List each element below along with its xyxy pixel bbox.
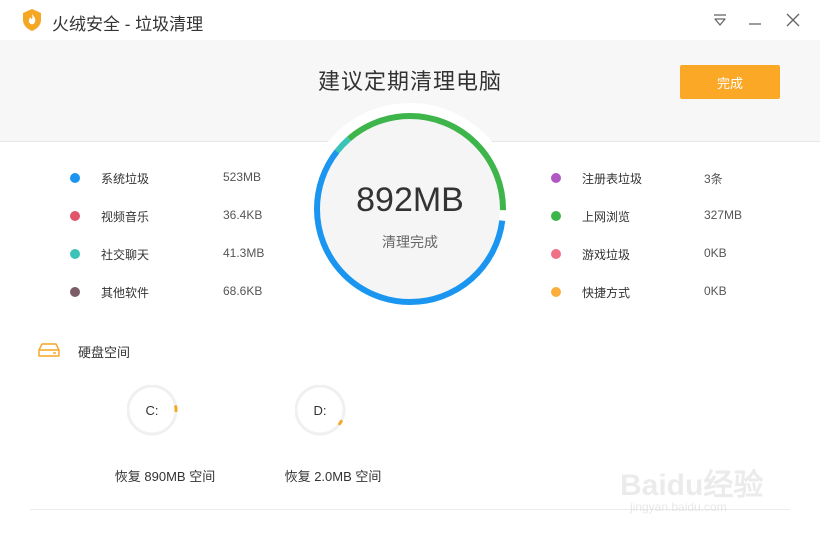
close-icon[interactable]	[783, 10, 803, 30]
category-size: 3条	[704, 172, 723, 186]
hard-drive-icon	[38, 343, 60, 357]
category-name: 注册表垃圾	[582, 172, 643, 186]
disk-space-title: 硬盘空间	[78, 345, 131, 360]
category-name: 游戏垃圾	[582, 248, 631, 262]
summary-ring: 892MB 清理完成	[304, 103, 516, 316]
baidu-watermark: Baidu经验 jingyan.baidu.com	[620, 452, 800, 532]
category-item: 上网浏览 327MB	[551, 206, 791, 226]
category-dot	[70, 211, 80, 221]
category-size: 68.6KB	[223, 284, 263, 298]
category-dot	[551, 211, 561, 221]
drive-letter: D:	[313, 403, 327, 418]
done-button[interactable]: 完成	[680, 65, 780, 99]
category-name: 视频音乐	[101, 210, 150, 224]
category-item: 其他软件 68.6KB	[70, 282, 310, 302]
category-size: 523MB	[223, 170, 262, 184]
cleaned-size: 892MB	[356, 181, 464, 219]
category-dot	[70, 287, 80, 297]
category-name: 快捷方式	[582, 286, 631, 300]
category-name: 上网浏览	[582, 210, 631, 224]
drive-d: D: 恢复 2.0MB 空间	[263, 380, 403, 490]
category-size: 36.4KB	[223, 208, 263, 222]
category-dot	[551, 249, 561, 259]
category-item: 注册表垃圾 3条	[551, 168, 791, 188]
category-size: 327MB	[704, 208, 743, 222]
watermark-url: jingyan.baidu.com	[630, 500, 727, 514]
category-dot	[551, 173, 561, 183]
category-item: 系统垃圾 523MB	[70, 168, 310, 188]
category-dot	[70, 249, 80, 259]
window-title: 火绒安全 - 垃圾清理	[52, 15, 204, 34]
huorong-logo-icon	[23, 9, 41, 31]
category-dot	[70, 173, 80, 183]
drive-letter: C:	[145, 403, 159, 418]
category-name: 社交聊天	[101, 248, 150, 262]
category-dot	[551, 287, 561, 297]
category-size: 0KB	[704, 246, 727, 260]
category-item: 社交聊天 41.3MB	[70, 244, 310, 264]
minimize-icon[interactable]	[745, 10, 765, 30]
drive-recovered: 恢复 890MB 空间	[114, 469, 216, 484]
drive-recovered: 恢复 2.0MB 空间	[284, 469, 382, 484]
category-name: 其他软件	[101, 286, 150, 300]
category-item: 视频音乐 36.4KB	[70, 206, 310, 226]
drive-c: C: 恢复 890MB 空间	[95, 380, 235, 490]
category-size: 0KB	[704, 284, 727, 298]
watermark-text: Baidu经验	[620, 469, 764, 502]
clean-status: 清理完成	[382, 234, 438, 250]
menu-dropdown-icon[interactable]	[710, 10, 730, 30]
category-name: 系统垃圾	[101, 172, 150, 186]
title-bar: 火绒安全 - 垃圾清理	[0, 0, 820, 40]
category-item: 快捷方式 0KB	[551, 282, 791, 302]
category-item: 游戏垃圾 0KB	[551, 244, 791, 264]
category-size: 41.3MB	[223, 246, 265, 260]
